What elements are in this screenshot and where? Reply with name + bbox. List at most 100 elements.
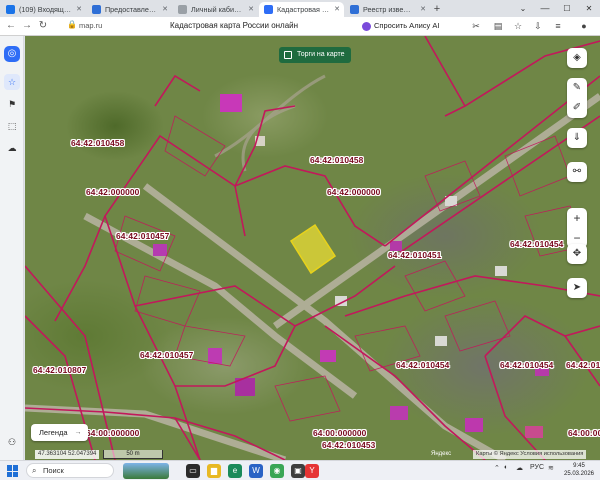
- language-indicator[interactable]: РУС: [530, 464, 544, 471]
- close-tab-icon[interactable]: ✕: [334, 2, 340, 17]
- extensions-icon[interactable]: ✂: [470, 20, 482, 32]
- tab-title: Реестр извещений: [363, 5, 426, 14]
- cadastral-label[interactable]: 64:42:000000: [327, 187, 380, 197]
- cadastral-map-favicon-icon: [264, 5, 273, 14]
- file-explorer-icon[interactable]: ▆: [207, 464, 221, 478]
- edge-browser-icon[interactable]: e: [228, 464, 242, 478]
- cadastral-label[interactable]: 64:00:000000: [568, 428, 600, 438]
- layers-icon[interactable]: ◈: [567, 48, 587, 68]
- back-icon[interactable]: ←: [4, 19, 18, 33]
- cadastral-label[interactable]: 64:42:010458: [310, 155, 363, 165]
- windows-start-icon[interactable]: [7, 465, 19, 477]
- tray-apps-icon[interactable]: ◐: [504, 464, 508, 471]
- cadastral-label[interactable]: 64:42:010458: [71, 138, 124, 148]
- building: [320, 350, 336, 362]
- block-boundary: [344, 275, 600, 317]
- alice-logo-icon[interactable]: ◎: [4, 46, 20, 62]
- edit-icon[interactable]: ✐: [567, 98, 587, 118]
- ask-alice-button[interactable]: Спросить Алису AI: [360, 20, 444, 32]
- close-tab-icon[interactable]: ✕: [76, 2, 82, 17]
- menu-icon[interactable]: ≡: [552, 20, 564, 32]
- pencil-icon[interactable]: ✎: [567, 78, 587, 98]
- zoom-in-icon[interactable]: +: [567, 208, 587, 228]
- taskbar: ⌕ Поиск ▭ ▆ e W ◉ ▣ Y ⌃ ◐ ☁ РУС ≋ 9:45 2…: [0, 460, 600, 480]
- flag-icon[interactable]: ⚑: [4, 96, 20, 112]
- cadastral-label[interactable]: 64:42:010457: [140, 350, 193, 360]
- tab-notice-registry[interactable]: Реестр извещений ✕: [345, 2, 430, 17]
- tab-info-request[interactable]: Предоставление свед ✕: [87, 2, 172, 17]
- cadastral-label[interactable]: 64:00:000000: [86, 428, 139, 438]
- close-tab-icon[interactable]: ✕: [162, 2, 168, 17]
- building: [220, 94, 242, 112]
- new-tab-button[interactable]: +: [430, 2, 444, 17]
- search-label: Поиск: [43, 466, 64, 475]
- cadastral-label[interactable]: 64:42:010807: [33, 365, 86, 375]
- cloud-download-icon[interactable]: ⇓: [567, 128, 587, 148]
- auctions-toggle-label: Торги на карте: [297, 51, 345, 58]
- yandex-browser-icon[interactable]: Y: [305, 464, 319, 478]
- tab-title: Кадастровая карта: [277, 5, 341, 14]
- taskbar-search[interactable]: ⌕ Поиск: [26, 463, 114, 478]
- cadastral-label[interactable]: 64:00:000000: [313, 428, 366, 438]
- chrome-icon[interactable]: ◉: [270, 464, 284, 478]
- maximize-button[interactable]: ☐: [556, 0, 578, 17]
- tab-title: Личный кабинет: [191, 5, 246, 14]
- close-tab-icon[interactable]: ✕: [420, 2, 426, 17]
- tab-mail[interactable]: (109) Входящие — Рам ✕: [1, 2, 86, 17]
- parcel-outline: [504, 135, 571, 197]
- cadastral-label[interactable]: 64:42:010454: [500, 360, 553, 370]
- cadastral-map[interactable]: Торги на карте 64:42:010458 64:42:000000…: [25, 36, 600, 460]
- tray-chevron-icon[interactable]: ⌃: [494, 464, 500, 472]
- forward-icon[interactable]: →: [20, 19, 34, 33]
- close-window-button[interactable]: ✕: [578, 0, 600, 17]
- building: [495, 266, 507, 276]
- task-view-icon[interactable]: ▭: [186, 464, 200, 478]
- lock-icon: 🔒: [67, 20, 77, 29]
- cadastral-label[interactable]: 64:42:010454: [510, 239, 563, 249]
- registry-favicon-icon: [350, 5, 359, 14]
- road: [142, 183, 507, 460]
- parcel-outline: [134, 275, 201, 327]
- cadastral-label[interactable]: 64:42:010454: [566, 360, 600, 370]
- browser-tab-strip: (109) Входящие — Рам ✕ Предоставление св…: [0, 0, 600, 17]
- reload-icon[interactable]: ↻: [36, 19, 50, 33]
- tab-cadastral-map[interactable]: Кадастровая карта ✕: [259, 2, 344, 17]
- url-field[interactable]: map.ru: [79, 21, 102, 30]
- reading-list-icon[interactable]: ▤: [492, 20, 504, 32]
- cadastral-label[interactable]: 64:42:010457: [116, 231, 169, 241]
- bookmark-icon[interactable]: ☆: [512, 20, 524, 32]
- building: [390, 406, 408, 420]
- account-icon[interactable]: ⚇: [4, 434, 20, 450]
- tab-personal-cabinet[interactable]: Личный кабинет ✕: [173, 2, 258, 17]
- widgets-landscape-icon[interactable]: [123, 463, 169, 479]
- arrow-right-icon: →: [74, 429, 82, 436]
- map-copyright[interactable]: Карты © Яндекс Условия использования: [473, 450, 587, 459]
- profile-icon[interactable]: ●: [578, 20, 590, 32]
- auctions-toggle[interactable]: Торги на карте: [279, 47, 351, 63]
- draw-tools: ✎ ✐: [567, 78, 587, 118]
- parcel-outline: [274, 375, 341, 422]
- favorites-icon[interactable]: ☆: [4, 74, 20, 90]
- legend-button[interactable]: Легенда →: [31, 424, 88, 441]
- my-location-icon[interactable]: ➤: [567, 278, 587, 298]
- cadastral-label[interactable]: 64:42:010451: [388, 250, 441, 260]
- close-tab-icon[interactable]: ✕: [248, 2, 254, 17]
- clock[interactable]: 9:45 25.03.2026: [560, 462, 598, 478]
- alice-label: Спросить Алису AI: [374, 21, 440, 30]
- downloads-icon[interactable]: ⇩: [532, 20, 544, 32]
- wifi-icon[interactable]: ≋: [548, 464, 554, 472]
- screenshot-icon[interactable]: ⬚: [4, 118, 20, 134]
- word-icon[interactable]: W: [249, 464, 263, 478]
- share-icon[interactable]: ⚯: [567, 162, 587, 182]
- cadastral-label[interactable]: 64:42:010453: [322, 440, 375, 450]
- pan-icon[interactable]: ✥: [567, 244, 587, 264]
- minimize-button[interactable]: —: [534, 0, 556, 17]
- store-icon[interactable]: ▣: [291, 464, 305, 478]
- parcel-outline: [404, 260, 466, 312]
- cloud-icon[interactable]: ☁: [4, 140, 20, 156]
- cloud-sync-icon[interactable]: ☁: [516, 464, 523, 472]
- cadastral-label[interactable]: 64:42:000000: [86, 187, 139, 197]
- cadastral-label[interactable]: 64:42:010454: [396, 360, 449, 370]
- tab-list-icon[interactable]: ⌄: [512, 0, 534, 17]
- document-favicon-icon: [178, 5, 187, 14]
